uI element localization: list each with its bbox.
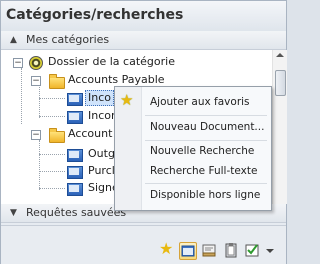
category-icon	[67, 183, 83, 196]
menu-separator	[145, 115, 267, 116]
panel-title: Catégories/recherches	[6, 7, 184, 23]
form-icon[interactable]	[201, 242, 219, 260]
scroll-up-icon[interactable]	[276, 53, 284, 57]
tree-scrollbar[interactable]	[272, 50, 287, 204]
collapse-toggle-icon[interactable]: −	[31, 76, 41, 86]
dropdown-arrow-icon[interactable]	[265, 246, 275, 264]
context-menu: ★ Ajouter aux favoris Nouveau Document..…	[114, 86, 272, 211]
tree-node-root[interactable]: − Dossier de la catégorie	[1, 54, 272, 70]
tree-node-label: Account	[68, 127, 113, 140]
menu-item-available-offline[interactable]: Disponible hors ligne	[150, 189, 260, 201]
tree-node-label: Accounts Payable	[68, 73, 165, 86]
folder-view-icon[interactable]	[179, 242, 197, 260]
tree-node-label: Outg	[88, 147, 115, 160]
menu-item-new-document[interactable]: Nouveau Document...	[150, 121, 264, 133]
section-my-categories[interactable]: ▲ Mes catégories	[1, 31, 286, 50]
category-icon	[67, 93, 83, 106]
category-root-icon	[29, 56, 43, 70]
add-favorite-star-icon: ★	[120, 91, 134, 109]
category-icon	[67, 111, 83, 124]
panel-titlebar: Catégories/recherches	[1, 1, 286, 32]
clipboard-icon[interactable]	[223, 242, 241, 260]
expand-arrow-icon[interactable]: ▼	[10, 208, 17, 218]
tree-node-label: Inco	[85, 90, 114, 106]
scroll-thumb[interactable]	[275, 70, 286, 96]
section-my-categories-label: Mes catégories	[26, 33, 110, 46]
menu-item-new-search[interactable]: Nouvelle Recherche	[150, 145, 254, 157]
category-icon	[67, 166, 83, 179]
menu-separator	[145, 140, 267, 141]
checklist-icon[interactable]	[245, 242, 263, 260]
tree-node-label: Purcl	[88, 164, 115, 177]
category-icon	[67, 149, 83, 162]
section-saved-queries-label: Requêtes sauvées	[26, 206, 127, 219]
menu-separator	[145, 183, 267, 184]
folder-icon	[49, 128, 65, 143]
folder-icon	[49, 74, 65, 89]
tree-node-label: Incor	[88, 109, 116, 122]
collapse-toggle-icon[interactable]: −	[31, 130, 41, 140]
menu-item-add-favorite[interactable]: Ajouter aux favoris	[150, 96, 250, 108]
collapse-toggle-icon[interactable]: −	[13, 58, 23, 68]
tree-node-label: Dossier de la catégorie	[48, 55, 175, 68]
menu-item-fulltext-search[interactable]: Recherche Full-texte	[150, 165, 257, 177]
star-icon[interactable]: ★	[158, 240, 176, 260]
bottom-toolbar: ★	[1, 225, 286, 264]
collapse-arrow-icon[interactable]: ▲	[10, 35, 17, 45]
